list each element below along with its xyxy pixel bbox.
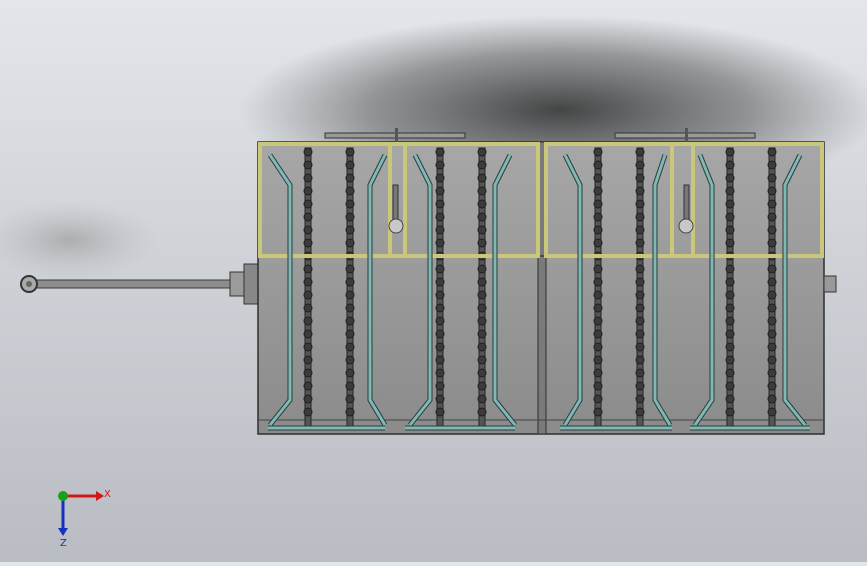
tine-column xyxy=(477,147,487,427)
tine-column xyxy=(345,147,355,427)
x-axis-label: X xyxy=(104,489,111,500)
tine-column xyxy=(435,147,445,427)
tine-column xyxy=(725,147,735,427)
3d-graphics-viewport[interactable]: X Z xyxy=(0,0,867,562)
y-axis-dot xyxy=(58,491,68,501)
tine-column xyxy=(635,147,645,427)
tine-column xyxy=(767,147,777,427)
tine-column xyxy=(303,147,313,427)
z-axis-label: Z xyxy=(60,538,67,549)
ground-shadow-left xyxy=(0,200,160,280)
tine-column xyxy=(593,147,603,427)
model-canvas[interactable]: X Z xyxy=(0,0,867,562)
coordinate-triad: X Z xyxy=(58,489,111,549)
